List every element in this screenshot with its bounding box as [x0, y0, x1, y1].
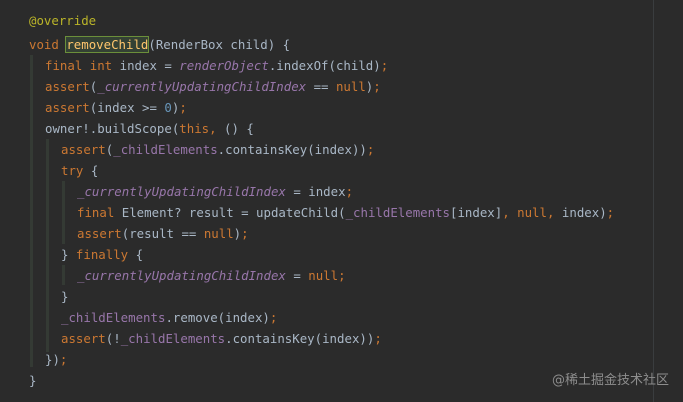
code-line[interactable]: assert(_childElements.containsKey(index)… — [61, 139, 374, 160]
code-token: null — [308, 268, 339, 283]
code-token: , — [502, 205, 518, 220]
code-token: 0 — [164, 100, 172, 115]
code-token: } — [61, 247, 76, 262]
code-line[interactable]: assert(result == null); — [77, 223, 249, 244]
code-line[interactable]: } — [29, 370, 36, 391]
code-token: ; — [269, 310, 278, 325]
code-token: .remove(index) — [165, 310, 270, 325]
code-token: (! — [105, 331, 121, 346]
indent-guide — [46, 139, 49, 352]
code-editor[interactable]: @override void removeChild(RenderBox chil… — [0, 0, 683, 402]
code-token: assert — [45, 100, 90, 115]
code-line[interactable]: final Element? result = updateChild(_chi… — [77, 202, 614, 223]
code-token: _currentlyUpdatingChildIndex — [97, 79, 307, 94]
code-token: , — [546, 205, 562, 220]
code-token: null — [517, 205, 547, 220]
code-token: .indexOf(child) — [268, 58, 381, 73]
code-token: owner!.buildScope( — [45, 121, 180, 136]
code-line[interactable]: assert(_currentlyUpdatingChildIndex == n… — [45, 76, 381, 97]
code-token: @override — [29, 13, 97, 28]
code-token: null — [335, 79, 366, 94]
code-token: } — [29, 373, 37, 388]
code-token: _currentlyUpdatingChildIndex — [77, 184, 286, 199]
code-token: assert — [61, 142, 106, 157]
code-line[interactable]: void removeChild(RenderBox child) { — [29, 34, 290, 55]
code-token: (result == — [121, 226, 204, 241]
code-token: Element? result = updateChild( — [121, 205, 346, 220]
code-token: }) — [45, 352, 60, 367]
code-line[interactable]: final int index = renderObject.indexOf(c… — [45, 55, 388, 76]
code-token: final — [45, 58, 90, 73]
indent-guide — [62, 181, 65, 244]
code-token: { — [90, 163, 99, 178]
code-token: ; — [374, 331, 382, 346]
code-token: assert — [45, 79, 90, 94]
code-token: index = — [119, 58, 180, 73]
code-token: ; — [345, 184, 354, 199]
code-token: assert — [77, 226, 122, 241]
code-token: ; — [606, 205, 615, 220]
code-token: = index — [285, 184, 346, 199]
indent-guide — [30, 55, 33, 367]
code-token: .containsKey(index)) — [225, 331, 375, 346]
code-token: ; — [179, 100, 187, 115]
code-token: int — [89, 58, 120, 73]
code-token: final — [77, 205, 122, 220]
code-token: (RenderBox child) { — [148, 37, 291, 52]
code-line[interactable]: @override — [29, 10, 96, 31]
code-token: (index >= — [89, 100, 165, 115]
code-token: ; — [338, 268, 346, 283]
code-token: == — [306, 79, 336, 94]
code-token: this — [179, 121, 210, 136]
code-line[interactable]: _currentlyUpdatingChildIndex = null; — [77, 265, 346, 286]
code-line[interactable]: } — [61, 286, 68, 307]
code-token: } — [61, 289, 69, 304]
code-line[interactable]: _childElements.remove(index); — [61, 307, 277, 328]
code-token: _childElements — [345, 205, 450, 220]
code-token: _childElements — [61, 310, 166, 325]
code-token: _currentlyUpdatingChildIndex — [77, 268, 286, 283]
code-token: _childElements — [113, 142, 218, 157]
code-token: , — [209, 121, 225, 136]
code-token: index) — [561, 205, 607, 220]
code-token: = — [285, 268, 309, 283]
code-line[interactable]: _currentlyUpdatingChildIndex = index; — [77, 181, 353, 202]
code-token: { — [135, 247, 144, 262]
code-token: finally — [75, 247, 136, 262]
code-line[interactable]: try { — [61, 160, 98, 181]
code-token: renderObject — [179, 58, 269, 73]
code-token: .containsKey(index)) — [217, 142, 367, 157]
code-token: ; — [380, 58, 389, 73]
code-line[interactable]: assert(!_childElements.containsKey(index… — [61, 328, 382, 349]
indent-guide — [62, 265, 65, 285]
code-token: void — [29, 37, 67, 52]
right-margin-line — [653, 0, 654, 402]
code-line[interactable]: }); — [45, 349, 67, 370]
code-token: _childElements — [120, 331, 226, 346]
code-token: ; — [59, 352, 68, 367]
code-token: removeChild — [65, 36, 150, 53]
code-line[interactable]: } finally { — [61, 244, 143, 265]
code-line[interactable]: assert(index >= 0); — [45, 97, 187, 118]
code-token: null — [203, 226, 234, 241]
code-token: () { — [224, 121, 254, 136]
code-token: assert — [61, 331, 106, 346]
watermark: @稀土掘金技术社区 — [551, 373, 669, 388]
code-token: ; — [366, 142, 375, 157]
code-token: ; — [241, 226, 249, 241]
code-token: try — [61, 163, 91, 178]
code-token: [index] — [450, 205, 503, 220]
code-token: ; — [373, 79, 381, 94]
code-line[interactable]: owner!.buildScope(this, () { — [45, 118, 254, 139]
